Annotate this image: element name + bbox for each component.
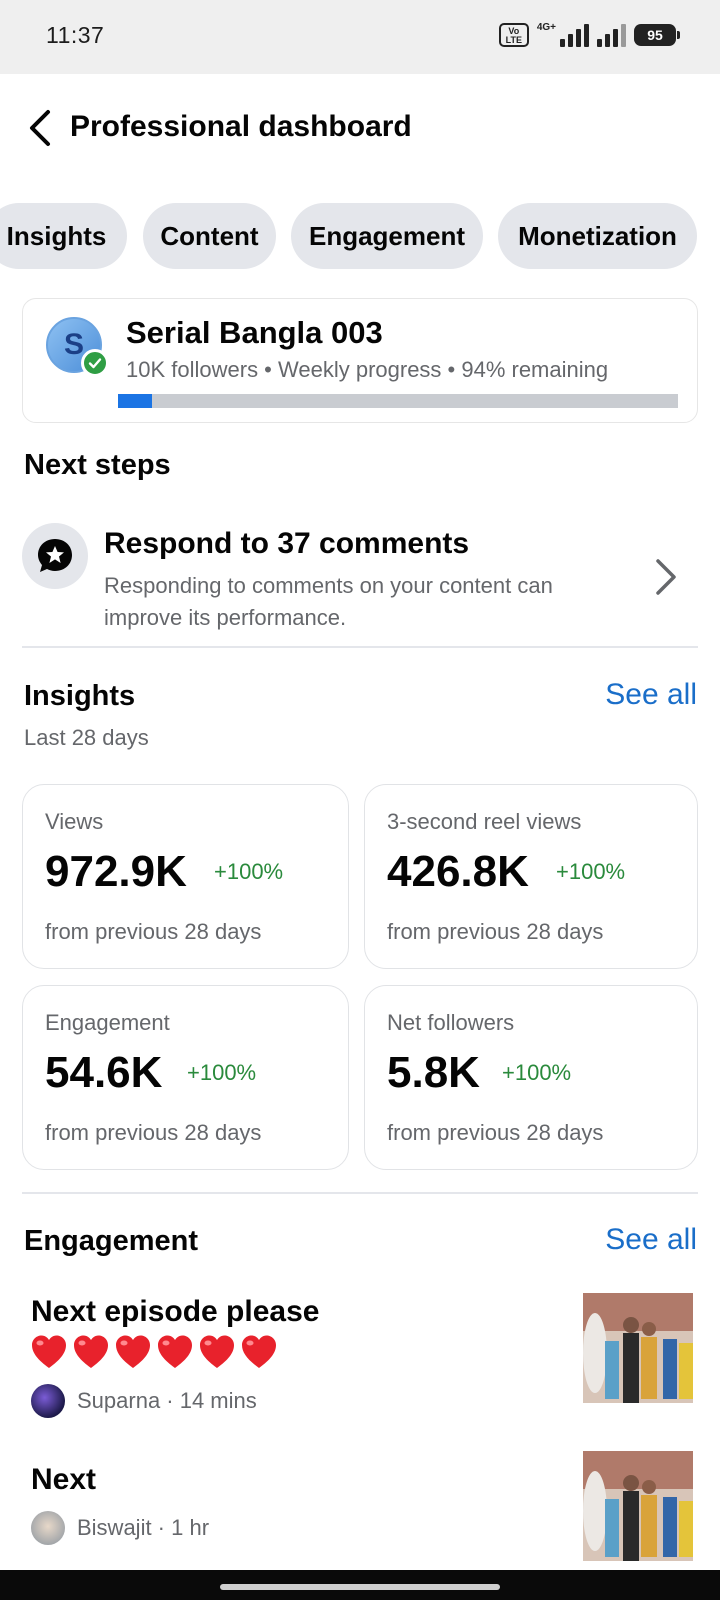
engagement-see-all-link[interactable]: See all [605, 1223, 697, 1257]
tab-insights[interactable]: Insights [0, 203, 127, 269]
comment-text[interactable]: Next [31, 1463, 96, 1497]
insights-see-all-link[interactable]: See all [605, 678, 697, 712]
tab-bar: Insights Content Engagement Monetization [0, 203, 720, 269]
engagement-title: Engagement [24, 1225, 199, 1257]
battery-icon: 95 [634, 24, 680, 46]
video-thumbnail[interactable] [583, 1451, 693, 1561]
page-title: Professional dashboard [70, 110, 412, 143]
profile-meta: 10K followers • Weekly progress • 94% re… [126, 357, 609, 382]
video-thumbnail[interactable] [583, 1293, 693, 1403]
commenter-avatar [31, 1384, 65, 1418]
stat-card-net-followers[interactable]: Net followers 5.8K +100% from previous 2… [364, 985, 698, 1170]
back-arrow-icon[interactable] [22, 108, 62, 148]
weekly-progress-bar [118, 394, 678, 408]
stat-value: 5.8K [387, 1048, 480, 1097]
tab-engagement[interactable]: Engagement [291, 203, 483, 269]
divider [22, 1192, 698, 1194]
signal-strength-icon [560, 23, 589, 47]
stat-value: 972.9K [45, 847, 187, 896]
stat-change: +100% [556, 859, 626, 884]
stat-card-views[interactable]: Views 972.9K +100% from previous 28 days [22, 784, 349, 969]
heart-emoji-icon [242, 1335, 276, 1368]
stat-change: +100% [502, 1060, 572, 1085]
stat-label: 3-second reel views [387, 809, 582, 834]
system-navigation-bar [0, 1570, 720, 1600]
stat-note: from previous 28 days [45, 919, 262, 944]
next-step-title[interactable]: Respond to 37 comments [104, 527, 469, 561]
chevron-right-icon[interactable] [650, 555, 680, 599]
heart-emoji-icon [74, 1335, 108, 1368]
next-step-description: Responding to comments on your content c… [104, 573, 553, 630]
heart-emoji-icon [116, 1335, 150, 1368]
profile-name: Serial Bangla 003 [126, 315, 383, 350]
status-time: 11:37 [46, 22, 105, 48]
stat-value: 426.8K [387, 847, 529, 896]
home-indicator[interactable] [220, 1584, 500, 1590]
tab-monetization[interactable]: Monetization [498, 203, 697, 269]
stat-value: 54.6K [45, 1048, 163, 1097]
profile-card[interactable]: S Serial Bangla 003 10K followers • Week… [22, 298, 698, 423]
stat-label: Net followers [387, 1010, 515, 1035]
weekly-progress-fill [118, 394, 152, 408]
comment-text[interactable]: Next episode please [31, 1295, 319, 1329]
stat-note: from previous 28 days [387, 919, 604, 944]
commenter-info: Suparna · 14 mins [77, 1388, 257, 1413]
status-bar: 11:37 Vo LTE 4G+ 95 [0, 0, 720, 74]
comment-author: Suparna · 14 mins [31, 1384, 257, 1418]
stat-label: Views [45, 809, 104, 834]
signal-strength-secondary-icon [597, 23, 626, 47]
stat-note: from previous 28 days [387, 1120, 604, 1145]
verified-check-icon [81, 349, 109, 377]
stat-card-engagement[interactable]: Engagement 54.6K +100% from previous 28 … [22, 985, 349, 1170]
divider [22, 646, 698, 648]
commenter-avatar [31, 1511, 65, 1545]
next-steps-title: Next steps [24, 449, 171, 481]
stat-card-reel-views[interactable]: 3-second reel views 426.8K +100% from pr… [364, 784, 698, 969]
tab-content[interactable]: Content [143, 203, 276, 269]
comment-author: Biswajit · 1 hr [31, 1511, 209, 1545]
app-header: Professional dashboard [0, 90, 720, 166]
volte-icon: Vo LTE [498, 23, 529, 47]
stat-change: +100% [214, 859, 284, 884]
insights-title: Insights [24, 680, 136, 712]
stat-label: Engagement [45, 1010, 170, 1035]
heart-emoji-icon [158, 1335, 192, 1368]
heart-emoji-row [30, 1334, 278, 1370]
network-type-label: 4G+ [536, 21, 556, 33]
status-icons: Vo LTE 4G+ 95 [498, 20, 680, 50]
heart-emoji-icon [200, 1335, 234, 1368]
insights-period: Last 28 days [24, 725, 149, 750]
heart-emoji-icon [32, 1335, 66, 1368]
stat-change: +100% [187, 1060, 257, 1085]
stat-note: from previous 28 days [45, 1120, 262, 1145]
commenter-info: Biswajit · 1 hr [77, 1515, 210, 1540]
comment-star-icon [22, 523, 88, 589]
